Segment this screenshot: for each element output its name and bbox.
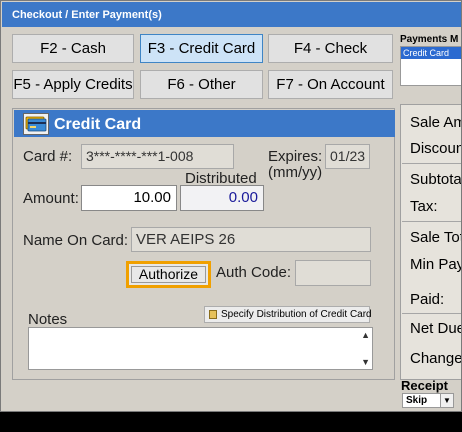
name-on-card-field: VER AEIPS 26 xyxy=(131,227,371,252)
amount-input[interactable]: 10.00 xyxy=(81,185,177,211)
amount-label: Amount: xyxy=(23,190,79,207)
credit-card-header: Credit Card xyxy=(14,110,395,137)
sale-amount-label: Sale Am xyxy=(410,114,462,131)
f7-on-account-button[interactable]: F7 - On Account xyxy=(268,70,393,99)
authorize-button[interactable]: Authorize xyxy=(126,261,211,288)
tax-label: Tax: xyxy=(410,198,438,215)
bottom-border xyxy=(0,412,462,432)
distribution-icon xyxy=(209,310,217,319)
payments-list-label: Payments M xyxy=(400,34,459,45)
card-number-field: 3***-****-***1-008 xyxy=(81,144,234,169)
checkout-window: Checkout / Enter Payment(s) F2 - Cash F3… xyxy=(0,0,462,412)
notes-textarea[interactable]: ▲ ▼ xyxy=(28,327,373,370)
f4-check-button[interactable]: F4 - Check xyxy=(268,34,393,63)
subtotal-label: Subtota xyxy=(410,171,462,188)
specify-distribution-label: Specify Distribution of Credit Card xyxy=(221,309,372,320)
authorize-button-label: Authorize xyxy=(138,266,199,282)
scroll-down-icon[interactable]: ▼ xyxy=(361,357,370,367)
sale-total-label: Sale Tot xyxy=(410,229,462,246)
f5-apply-credits-button[interactable]: F5 - Apply Credits xyxy=(12,70,134,99)
window-title: Checkout / Enter Payment(s) xyxy=(2,2,461,27)
receipt-label: Receipt xyxy=(401,378,448,393)
expires-label: Expires: xyxy=(268,148,323,165)
chevron-down-icon[interactable]: ▼ xyxy=(440,394,453,407)
f6-other-button[interactable]: F6 - Other xyxy=(140,70,263,99)
name-on-card-label: Name On Card: xyxy=(23,232,129,249)
discount-label: Discoun xyxy=(410,140,462,157)
receipt-value: Skip xyxy=(406,395,428,406)
expires-field: 01/23 xyxy=(325,144,370,169)
distributed-field: 0.00 xyxy=(180,185,264,211)
auth-code-label: Auth Code: xyxy=(216,264,292,281)
payments-list-item[interactable]: Credit Card xyxy=(401,47,461,59)
receipt-dropdown[interactable]: Skip ▼ xyxy=(402,393,454,408)
scroll-up-icon[interactable]: ▲ xyxy=(361,330,370,340)
summary-divider xyxy=(402,221,461,222)
credit-card-title: Credit Card xyxy=(54,116,142,133)
auth-code-field xyxy=(295,260,371,286)
min-payment-label: Min Pay xyxy=(410,256,462,273)
summary-divider xyxy=(402,163,461,164)
payments-list[interactable]: Credit Card xyxy=(400,46,461,86)
credit-card-icon xyxy=(23,113,49,135)
summary-divider xyxy=(402,313,461,314)
notes-label: Notes xyxy=(28,311,68,328)
card-number-label: Card #: xyxy=(23,148,73,165)
f3-credit-card-button[interactable]: F3 - Credit Card xyxy=(140,34,263,63)
specify-distribution-button[interactable]: Specify Distribution of Credit Card xyxy=(204,306,372,323)
totals-summary-panel: Sale Am Discoun Subtota Tax: Sale Tot Mi… xyxy=(400,104,462,380)
net-due-label: Net Due xyxy=(410,320,462,337)
f2-cash-button[interactable]: F2 - Cash xyxy=(12,34,134,63)
paid-label: Paid: xyxy=(410,291,445,308)
expires-format-label: (mm/yy) xyxy=(268,164,323,181)
change-label: Change xyxy=(410,350,462,367)
